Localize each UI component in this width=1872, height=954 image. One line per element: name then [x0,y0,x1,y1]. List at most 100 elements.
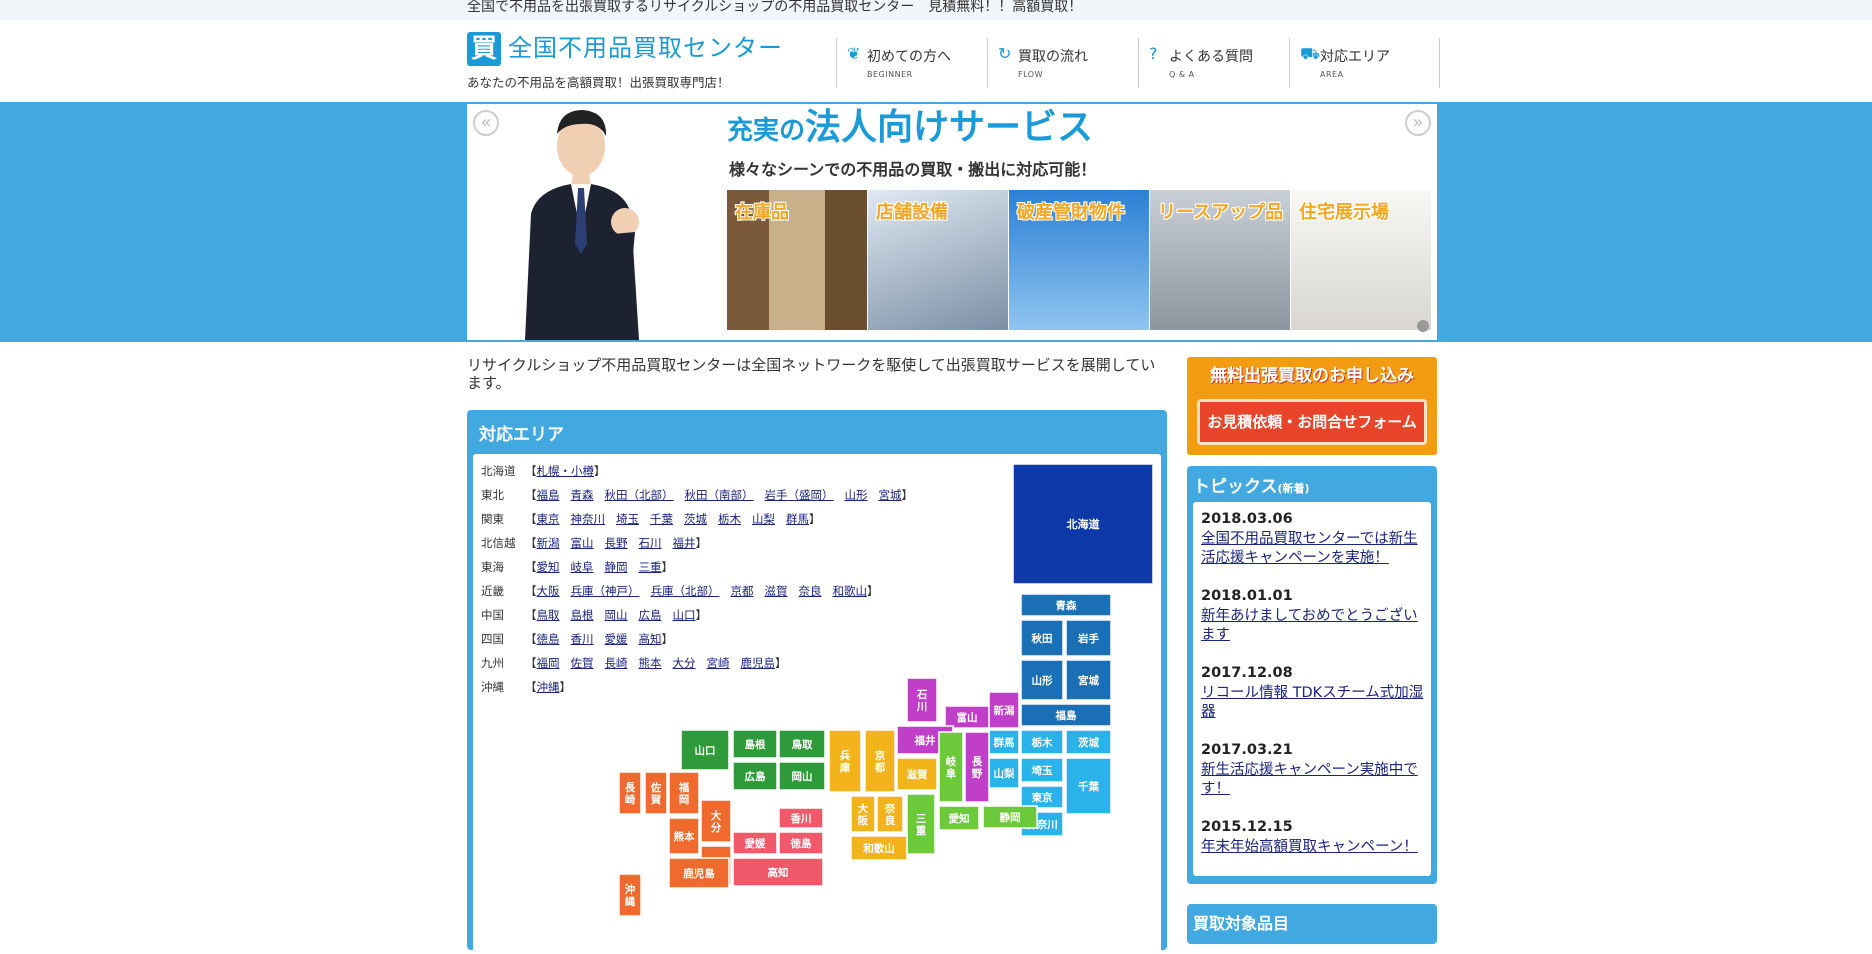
tile-label: 破産管財物件 [1017,202,1125,223]
map-prefecture-label: 三重 [916,813,927,837]
map-prefecture-label: 沖縄 [625,883,636,908]
map-prefecture-label: 兵庫 [840,749,851,774]
topic-date: 2018.03.06 [1201,511,1293,527]
map-prefecture-label: 奈良 [884,802,896,827]
nav-label: よくある質問 [1169,49,1253,65]
leaf-icon: ❦ [847,44,861,63]
topics-heading-text: トピックス [1193,477,1278,497]
nav-label: 買取の流れ [1018,49,1088,65]
logo-mark[interactable]: 買 [467,32,501,66]
nav-sublabel: AREA [1320,70,1344,79]
topic-link[interactable]: 年末年始高額買取キャンペーン！ [1201,838,1427,857]
map-prefecture-label: 愛媛 [745,837,766,850]
topic-date: 2015.12.15 [1201,819,1293,835]
map-prefecture-label: 青森 [1056,599,1078,612]
map-prefecture-label: 広島 [745,770,766,783]
map-prefecture-label: 徳島 [790,837,812,850]
map-prefecture-label: 福井 [914,734,936,747]
hero-title: 充実の法人向けサービス [727,106,1093,153]
hero-title-prefix: 充実の [727,116,806,146]
tile-label: 在庫品 [735,202,789,223]
topics-list: 2018.03.06 全国不用品買取センターでは新生活応援キャンペーンを実施！ … [1193,502,1431,876]
map-prefecture-label: 岩手 [1077,632,1100,645]
refresh-icon: ↻ [998,44,1012,63]
map-prefecture-label: 富山 [957,711,978,724]
intro-text: リサイクルショップ不用品買取センターは全国ネットワークを駆使して出張買取サービス… [467,356,1156,392]
tile-lease-up: リースアップ品 [1150,190,1290,330]
map-prefecture-label: 山形 [1032,674,1054,687]
map-prefecture-label: 京都 [874,749,886,774]
top-tagline-bar: 全国で不用品を出張買取するリサイクルショップの不用品買取センター 見積無料！！高… [0,0,1872,20]
map-prefecture-label: 鳥取 [792,738,813,751]
topic-item: 2017.03.21 新生活応援キャンペーン実施中です！ [1201,741,1427,799]
hero-lead: 様々なシーンでの不用品の買取・搬出に対応可能！ [729,160,1097,179]
topics-heading-small: (新着) [1277,482,1310,495]
hero-tiles: 在庫品 店舗設備 破産管財物件 リースアップ品 住宅展示場 [727,190,1432,330]
logo-title[interactable]: 全国不用品買取センター [508,34,783,62]
map-prefecture-label: 佐賀 [650,781,662,806]
top-tagline: 全国で不用品を出張買取するリサイクルショップの不用品買取センター 見積無料！！高… [467,0,1083,15]
topic-item: 2018.03.06 全国不用品買取センターでは新生活応援キャンペーンを実施！ [1201,510,1427,568]
truck-icon: ⛟ [1300,44,1321,63]
map-prefecture-label: 愛知 [949,812,970,825]
topic-date: 2017.12.08 [1201,665,1293,681]
slider-next-button[interactable]: » [1405,110,1431,136]
items-panel: 買取対象品目 [1187,904,1437,944]
map-prefecture-label: 岡山 [792,770,813,783]
nav-faq[interactable]: ? よくある質問 Q & A [1138,38,1289,88]
logo-subtitle: あなたの不用品を高額買取！出張買取専門店！ [467,75,730,90]
map-prefecture-label: 香川 [790,812,812,825]
topic-link[interactable]: 新年あけましておめでとうございます [1201,607,1427,645]
topic-link[interactable]: 新生活応援キャンペーン実施中です！ [1201,761,1427,799]
slider-prev-button[interactable]: « [473,110,499,136]
tile-label: 住宅展示場 [1299,202,1389,223]
tile-label: 店舗設備 [876,202,948,223]
map-prefecture-label: 大分 [711,809,722,834]
map-prefecture-label: 静岡 [1000,811,1021,824]
area-panel: 対応エリア 北海道 【札幌・小樽】 東北 【福島 青森 秋田（北部） 秋田（南部） 岩手（盛岡… [467,410,1167,954]
topic-item: 2015.12.15 年末年始高額買取キャンペーン！ [1201,818,1427,857]
topic-date: 2017.03.21 [1201,742,1293,758]
topics-panel: トピックス(新着) 2018.03.06 全国不用品買取センターでは新生活応援キ… [1187,466,1437,884]
map-prefecture-label: 栃木 [1032,736,1054,749]
topic-link[interactable]: 全国不用品買取センターでは新生活応援キャンペーンを実施！ [1201,530,1427,568]
nav-label: 対応エリア [1320,49,1390,65]
map-prefecture-label: 島根 [745,738,766,751]
map-prefecture-label: 新潟 [994,704,1015,717]
map-prefecture-label: 山梨 [994,767,1015,780]
map-prefecture-label: 大阪 [858,802,869,827]
map-prefecture-label: 鹿児島 [683,867,715,880]
map-prefecture-label: 秋田 [1032,632,1053,645]
cta-title: 無料出張買取のお申し込み [1210,366,1414,386]
map-prefecture-label: 福岡 [678,781,690,806]
slider-dot[interactable] [1417,320,1429,332]
map-prefecture-label: 高知 [768,866,789,879]
topics-heading: トピックス(新着) [1193,472,1310,497]
tile-bankruptcy: 破産管財物件 [1009,190,1149,330]
map-prefecture-label: 長野 [972,756,983,780]
nav-area[interactable]: ⛟ 対応エリア AREA [1289,38,1440,88]
tile-inventory: 在庫品 [727,190,867,330]
area-content: 北海道 【札幌・小樽】 東北 【福島 青森 秋田（北部） 秋田（南部） 岩手（盛岡） 山形 宮城】… [473,454,1161,954]
items-heading: 買取対象品目 [1193,914,1290,933]
topic-item: 2017.12.08 リコール情報 TDKスチーム式加湿器 [1201,664,1427,722]
nav-beginner[interactable]: ❦ 初めての方へ BEGINNER [836,38,987,88]
nav-label: 初めての方へ [867,49,951,65]
question-icon: ? [1149,44,1158,63]
map-prefecture-label: 北海道 [1067,517,1100,531]
hero-slider: « » 充実の法人向けサービス 様々なシーンでの不用品の買取・搬出に対応可能！ … [467,104,1437,340]
map-prefecture-label: 宮城 [1078,674,1100,687]
japan-map: 北海道青森秋田 岩手山形 宮城福島栃木 茨城群馬埼玉山梨東京千葉神奈川新潟富山石川福井… [618,463,1154,917]
tile-label: リースアップ品 [1158,202,1284,223]
nav-sublabel: BEGINNER [867,70,913,79]
map-prefecture-label: 埼玉 [1032,764,1054,777]
topic-link[interactable]: リコール情報 TDKスチーム式加湿器 [1201,684,1427,722]
nav-flow[interactable]: ↻ 買取の流れ FLOW [987,38,1138,88]
map-prefecture-label: 石川 [916,689,928,713]
businessman-image [525,110,639,340]
map-prefecture-label: 福島 [1055,709,1078,722]
nav-sublabel: FLOW [1018,70,1043,79]
map-prefecture-label: 熊本 [674,830,695,843]
estimate-cta-button[interactable]: 無料出張買取のお申し込み お見積依頼・お問合せフォーム [1187,357,1437,455]
map-prefecture-label: 長崎 [625,782,636,806]
